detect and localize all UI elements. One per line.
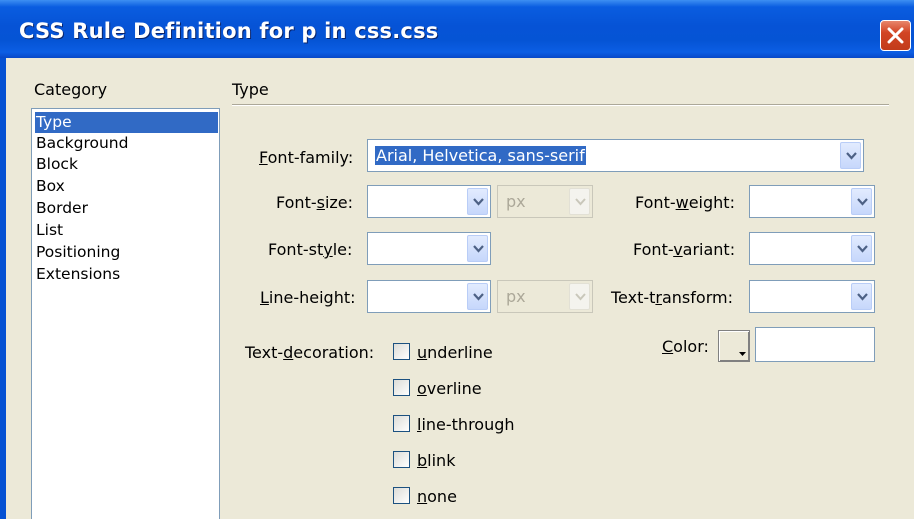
line-height-unit-value: px — [506, 287, 526, 306]
line-through-checkbox[interactable] — [393, 415, 410, 432]
css-rule-dialog: CSS Rule Definition for p in css.css Cat… — [0, 0, 914, 519]
font-family-combobox[interactable]: Arial, Helvetica, sans-serif — [367, 139, 864, 172]
font-variant-dropdown-button[interactable] — [851, 235, 872, 262]
close-x-icon — [887, 27, 904, 44]
line-height-label: Line-height: — [260, 288, 356, 307]
line-through-checkbox-label[interactable]: line-through — [417, 415, 515, 434]
chevron-down-icon — [473, 293, 484, 301]
line-height-combobox[interactable] — [367, 280, 491, 313]
none-checkbox[interactable] — [393, 487, 410, 504]
font-variant-combobox[interactable] — [749, 232, 875, 265]
color-label: Color: — [662, 337, 709, 356]
font-variant-label: Font-variant: — [633, 240, 736, 259]
font-style-dropdown-button[interactable] — [467, 235, 488, 262]
font-weight-label: Font-weight: — [635, 193, 735, 212]
category-item-extensions[interactable]: Extensions — [35, 264, 120, 285]
text-transform-label: Text-transform: — [611, 288, 733, 307]
category-item-border[interactable]: Border — [35, 198, 88, 219]
font-family-dropdown-button[interactable] — [840, 142, 861, 169]
font-size-combobox[interactable] — [367, 185, 491, 218]
font-weight-dropdown-button[interactable] — [851, 188, 872, 215]
chevron-down-icon — [857, 198, 868, 206]
color-input[interactable] — [755, 327, 875, 362]
font-size-label: Font-size: — [276, 193, 354, 212]
category-item-box[interactable]: Box — [35, 176, 65, 197]
text-transform-dropdown-button[interactable] — [851, 283, 872, 310]
font-family-value: Arial, Helvetica, sans-serif — [375, 146, 586, 165]
category-item-list[interactable]: List — [35, 220, 63, 241]
window-title: CSS Rule Definition for p in css.css — [19, 19, 439, 43]
font-size-dropdown-button[interactable] — [467, 188, 488, 215]
underline-checkbox-label[interactable]: underline — [417, 343, 493, 362]
text-transform-combobox[interactable] — [749, 280, 875, 313]
overline-checkbox-label[interactable]: overline — [417, 379, 482, 398]
font-size-unit-dropdown-button — [569, 188, 590, 215]
category-item-background[interactable]: Background — [35, 133, 128, 154]
chevron-down-icon — [857, 245, 868, 253]
color-picker-arrow-icon — [739, 352, 746, 356]
text-decoration-label: Text-decoration: — [245, 343, 375, 362]
font-family-label: Font-family: — [259, 148, 354, 167]
line-height-dropdown-button[interactable] — [467, 283, 488, 310]
font-weight-combobox[interactable] — [749, 185, 875, 218]
header-divider — [232, 104, 889, 106]
window-border — [0, 58, 6, 519]
font-size-unit-select: px — [497, 185, 593, 218]
overline-checkbox[interactable] — [393, 379, 410, 396]
font-style-combobox[interactable] — [367, 232, 491, 265]
chevron-down-icon — [575, 198, 586, 206]
color-picker-button[interactable] — [718, 330, 750, 362]
chevron-down-icon — [857, 293, 868, 301]
category-header: Category — [34, 80, 108, 99]
panel-header: Type — [232, 80, 269, 99]
category-list[interactable]: Type Background Block Box Border List Po… — [31, 108, 220, 519]
chevron-down-icon — [575, 293, 586, 301]
blink-checkbox[interactable] — [393, 451, 410, 468]
chevron-down-icon — [473, 245, 484, 253]
title-bar[interactable]: CSS Rule Definition for p in css.css — [0, 0, 914, 58]
category-item-type[interactable]: Type — [35, 112, 218, 133]
blink-checkbox-label[interactable]: blink — [417, 451, 455, 470]
chevron-down-icon — [846, 152, 857, 160]
font-style-label: Font-style: — [268, 240, 353, 259]
underline-checkbox[interactable] — [393, 343, 410, 360]
chevron-down-icon — [473, 198, 484, 206]
close-button[interactable] — [880, 20, 911, 51]
line-height-unit-select: px — [497, 280, 593, 313]
category-item-block[interactable]: Block — [35, 154, 78, 175]
category-item-positioning[interactable]: Positioning — [35, 242, 120, 263]
line-height-unit-dropdown-button — [569, 283, 590, 310]
none-checkbox-label[interactable]: none — [417, 487, 457, 506]
font-size-unit-value: px — [506, 192, 526, 211]
